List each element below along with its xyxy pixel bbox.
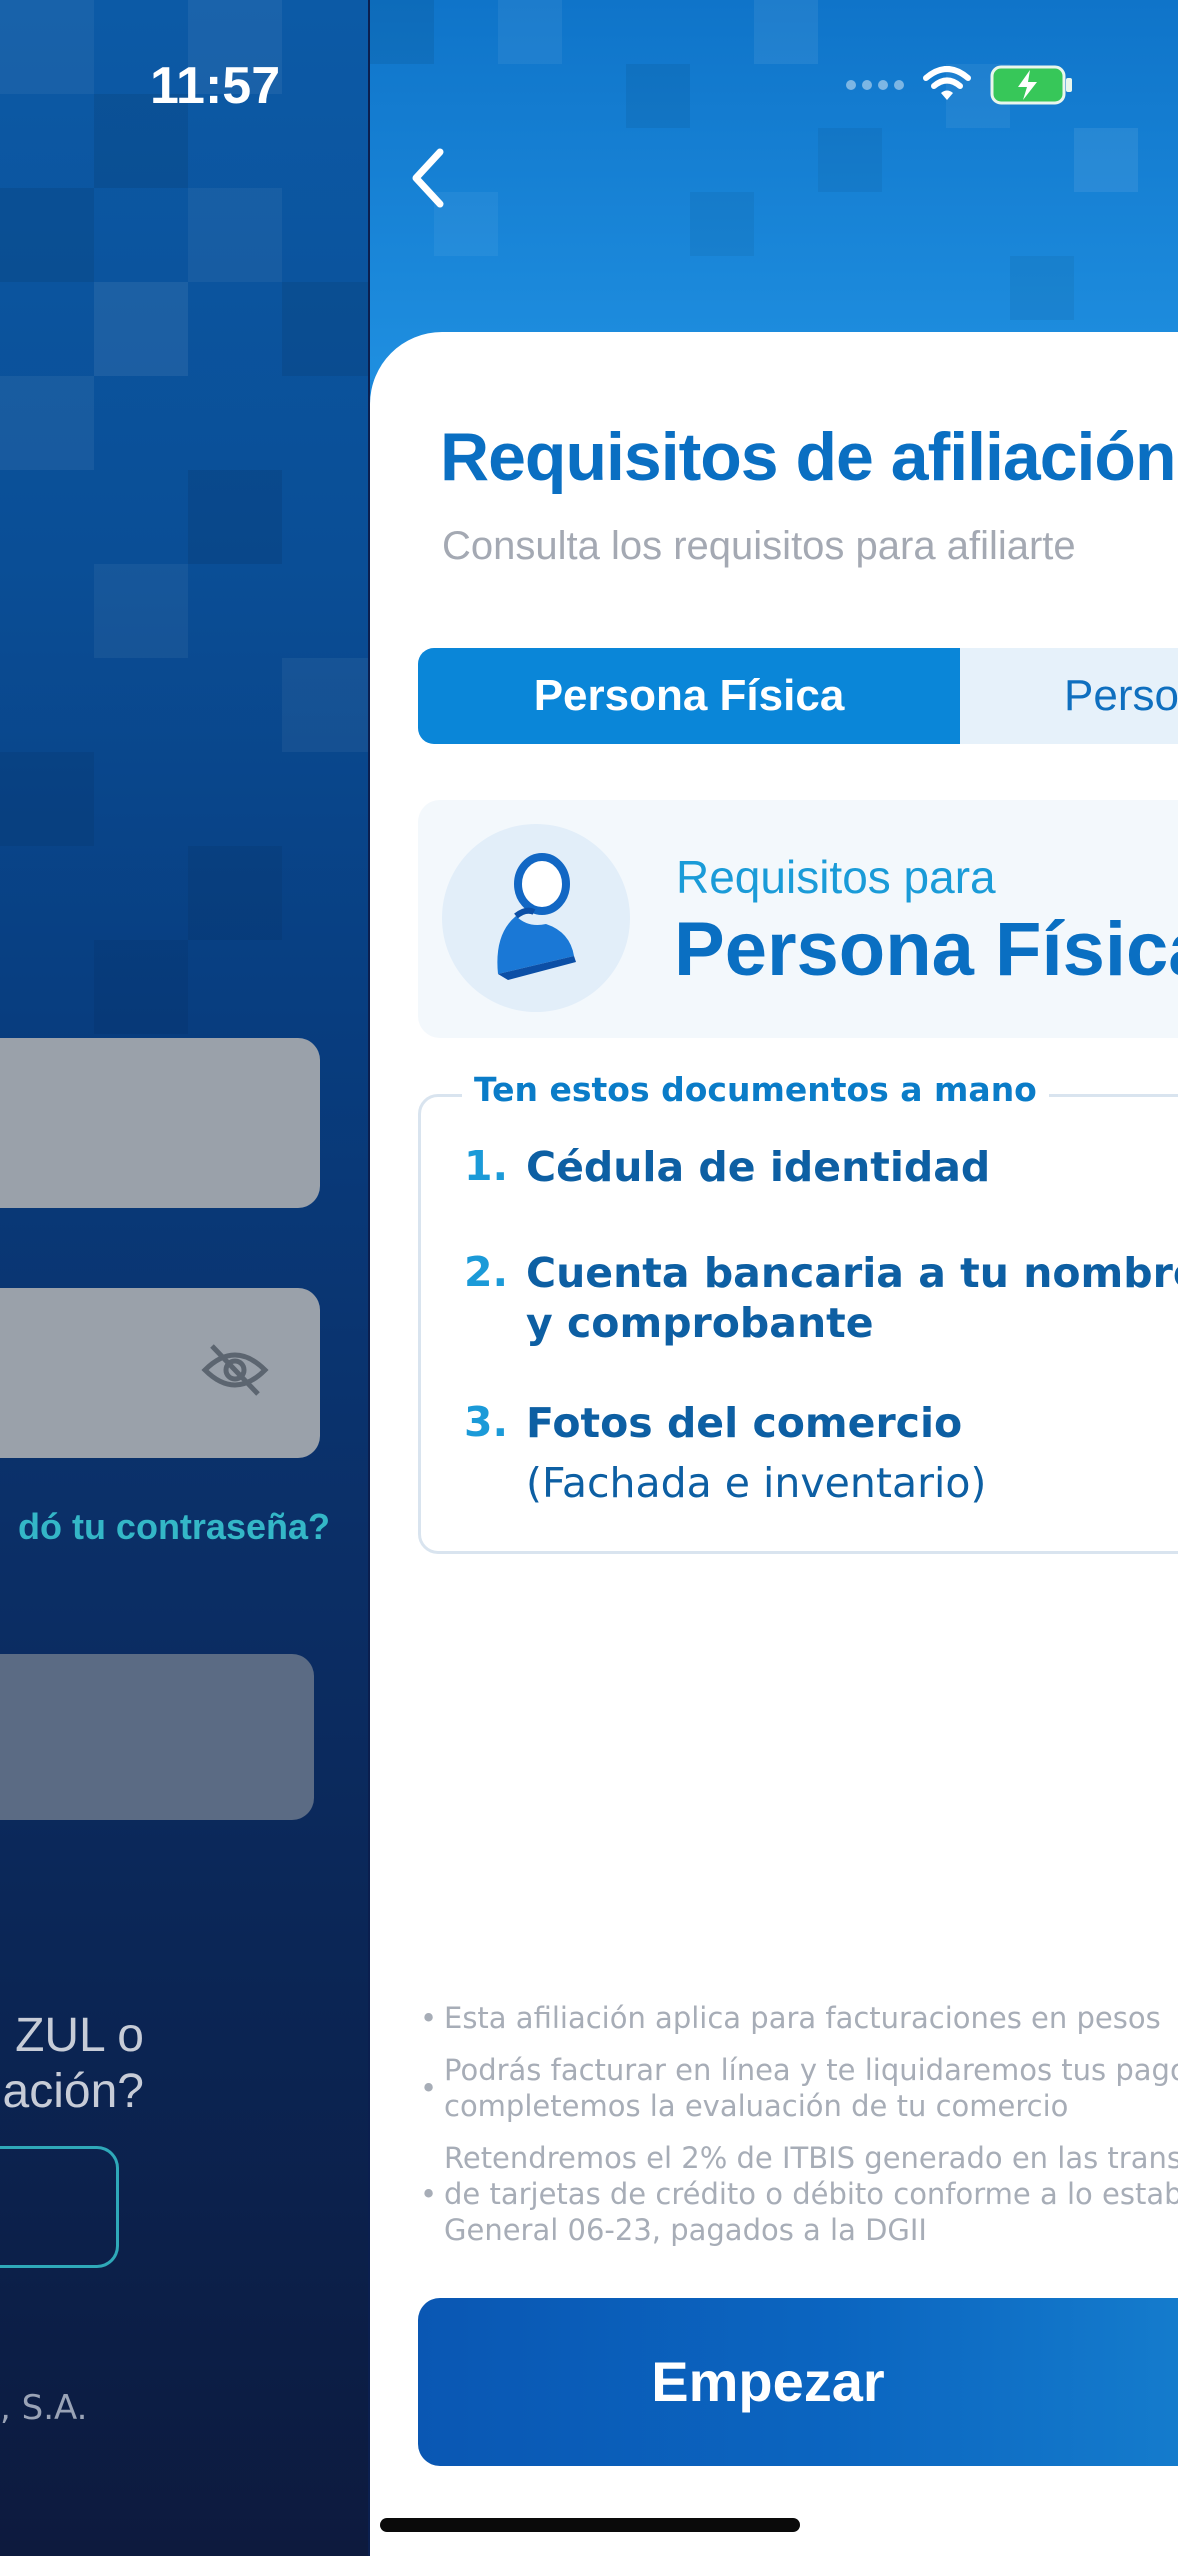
note-text: de tarjetas de crédito o débito conforme… [444,2177,1178,2211]
tab-persona-fisica[interactable]: Persona Física [418,648,960,744]
status-icons [846,64,1074,106]
background-login-screen: 11:57 dó tu contraseña? ZUL o ación? , S… [0,0,368,2556]
page-subtitle: Consulta los requisitos para afiliarte [442,524,1076,568]
start-button-label: Empezar [651,2350,885,2413]
wifi-icon [923,66,971,100]
person-icon [497,853,576,980]
document-text: Cuenta bancaria a tu nombre [526,1249,1178,1297]
back-button[interactable] [400,140,460,220]
panel-header [370,0,1178,380]
background-question-text: ZUL o ación? [2,2009,144,2118]
affiliation-requirements-panel: Requisitos de afiliación Consulta los re… [370,0,1178,2556]
status-time: 11:57 [150,57,281,115]
requirements-label: Requisitos para [676,851,996,903]
document-text: Fotos del comercio [526,1399,963,1447]
note-text: Esta afiliación aplica para facturacione… [444,2001,1161,2035]
app-screen: 11:57 dó tu contraseña? ZUL o ación? , S… [0,0,1178,2556]
tab-persona-juridica[interactable]: Persona Jurídica [960,648,1178,744]
documents-legend: Ten estos documentos a mano [462,1070,1049,1109]
note-text: Retendremos el 2% de ITBIS generado en l… [444,2141,1178,2175]
document-text: Cédula de identidad [526,1143,991,1191]
document-text: y comprobante [526,1299,874,1347]
background-company-text: , S.A. [0,2388,84,2428]
requirements-person-type: Persona Física [674,907,1178,992]
person-avatar [442,824,630,1012]
start-button[interactable]: Empezar [418,2298,1178,2466]
document-number: 2. [464,1248,509,1296]
note-text: completemos la evaluación de tu comercio [444,2089,1069,2123]
background-outline-button [0,2146,119,2268]
background-username-field [0,1038,320,1208]
signal-icon [846,80,904,90]
page-title: Requisitos de afiliación [440,419,1176,495]
person-type-tabs: Persona Física Persona Jurídica [418,648,1178,744]
background-password-field [0,1288,320,1458]
battery-charging-icon [990,65,1072,105]
document-number: 3. [464,1398,509,1446]
note-text: Podrás facturar en línea y te liquidarem… [444,2053,1178,2087]
chevron-left-icon [412,148,444,208]
background-login-button [0,1654,314,1820]
note-text: General 06-23, pagados a la DGII [444,2213,927,2247]
document-subtext: (Fachada e inventario) [526,1459,987,1507]
document-number: 1. [464,1142,509,1190]
background-forgot-password-link: dó tu contraseña? [17,1506,330,1547]
eye-off-icon [200,1340,270,1404]
home-indicator [380,2518,800,2532]
